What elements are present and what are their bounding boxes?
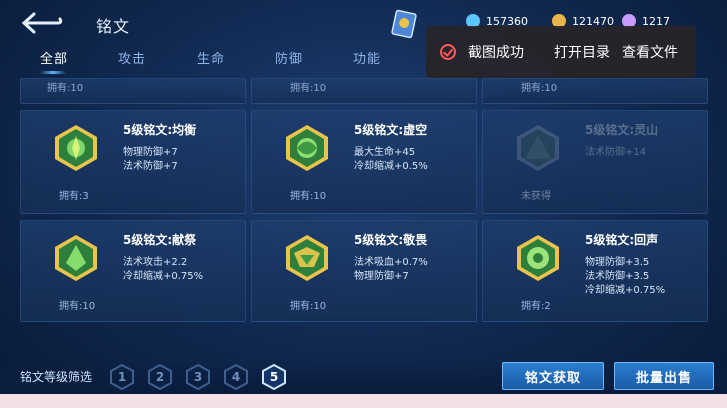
rune-emblem-icon [55, 235, 97, 281]
rune-card-partial[interactable]: 拥有:10 [251, 78, 477, 104]
view-file-link[interactable]: 查看文件 [622, 42, 678, 62]
rune-name: 5级铭文:灵山 [585, 123, 659, 137]
level-filter-1[interactable]: 1 [110, 363, 134, 391]
rune-name: 5级铭文:均衡 [123, 123, 197, 137]
rune-name: 5级铭文:虚空 [354, 123, 428, 137]
tab-utility[interactable]: 功能 [353, 48, 381, 67]
rune-card-balance[interactable]: 拥有:3 5级铭文:均衡 物理防御+7 法术防御+7 [20, 110, 246, 214]
rune-card-sacrifice[interactable]: 拥有:10 5级铭文:献祭 法术攻击+2.2 冷却缩减+0.75% [20, 220, 246, 322]
owned-count: 拥有:10 [59, 301, 96, 312]
tab-defense[interactable]: 防御 [275, 48, 303, 67]
owned-count: 拥有:10 [290, 191, 327, 202]
owned-count: 拥有:10 [290, 301, 327, 312]
rune-name: 5级铭文:献祭 [123, 233, 197, 247]
rune-name: 5级铭文:敬畏 [354, 233, 428, 247]
rune-card-echo[interactable]: 拥有:2 5级铭文:回声 物理防御+3.5 法术防御+3.5 冷却缩减+0.75… [482, 220, 708, 322]
level-filter-4[interactable]: 4 [224, 363, 248, 391]
toast-message: 截图成功 [468, 45, 524, 61]
bulk-sell-button[interactable]: 批量出售 [614, 362, 714, 390]
rune-emblem-icon [286, 125, 328, 171]
level-filter-3[interactable]: 3 [186, 363, 210, 391]
rune-stat: 最大生命+45 [354, 147, 416, 158]
rune-stat: 法术防御+7 [123, 161, 178, 172]
category-tabs: 全部 攻击 生命 防御 功能 [0, 48, 400, 78]
back-arrow-icon[interactable] [20, 10, 64, 36]
owned-count: 未获得 [521, 191, 551, 202]
rune-stat: 物理防御+3.5 [585, 257, 650, 268]
level-filter-2[interactable]: 2 [148, 363, 172, 391]
owned-count: 拥有:2 [521, 301, 551, 312]
open-directory-link[interactable]: 打开目录 [554, 42, 610, 62]
rune-emblem-icon [517, 125, 559, 171]
rune-stat: 冷却缩减+0.75% [123, 271, 204, 282]
rune-stat: 法术吸血+0.7% [354, 257, 428, 268]
rune-card-partial[interactable]: 拥有:10 [20, 78, 246, 104]
rune-emblem-icon [517, 235, 559, 281]
tab-health[interactable]: 生命 [197, 48, 225, 67]
rune-card-void[interactable]: 拥有:10 5级铭文:虚空 最大生命+45 冷却缩减+0.5% [251, 110, 477, 214]
rune-emblem-icon [55, 125, 97, 171]
owned-count: 拥有:3 [59, 191, 89, 202]
tab-all[interactable]: 全部 [40, 48, 68, 67]
active-tab-indicator [40, 71, 66, 74]
rune-card-lingshan[interactable]: 未获得 5级铭文:灵山 法术防御+14 [482, 110, 708, 214]
rune-stat: 物理防御+7 [123, 147, 178, 158]
rune-stat: 冷却缩减+0.5% [354, 161, 428, 172]
screenshot-toast: 截图成功 打开目录 查看文件 [426, 26, 696, 78]
rune-stat: 冷却缩减+0.75% [585, 285, 666, 296]
acquire-rune-button[interactable]: 铭文获取 [502, 362, 604, 390]
rune-stat: 物理防御+7 [354, 271, 409, 282]
rune-card-partial[interactable]: 拥有:10 [482, 78, 708, 104]
rune-name: 5级铭文:回声 [585, 233, 659, 247]
rune-stat: 法术攻击+2.2 [123, 257, 188, 268]
success-check-icon [440, 44, 456, 60]
rune-stat: 法术防御+3.5 [585, 271, 650, 282]
level-filter-label: 铭文等级筛选 [20, 370, 93, 384]
rune-emblem-icon [286, 235, 328, 281]
level-filter-5[interactable]: 5 [262, 363, 286, 391]
bottom-strip [0, 394, 727, 408]
page-title: 铭文 [96, 17, 131, 36]
rune-card-awe[interactable]: 拥有:10 5级铭文:敬畏 法术吸血+0.7% 物理防御+7 [251, 220, 477, 322]
rune-stat: 法术防御+14 [585, 147, 647, 158]
tab-attack[interactable]: 攻击 [118, 48, 146, 67]
